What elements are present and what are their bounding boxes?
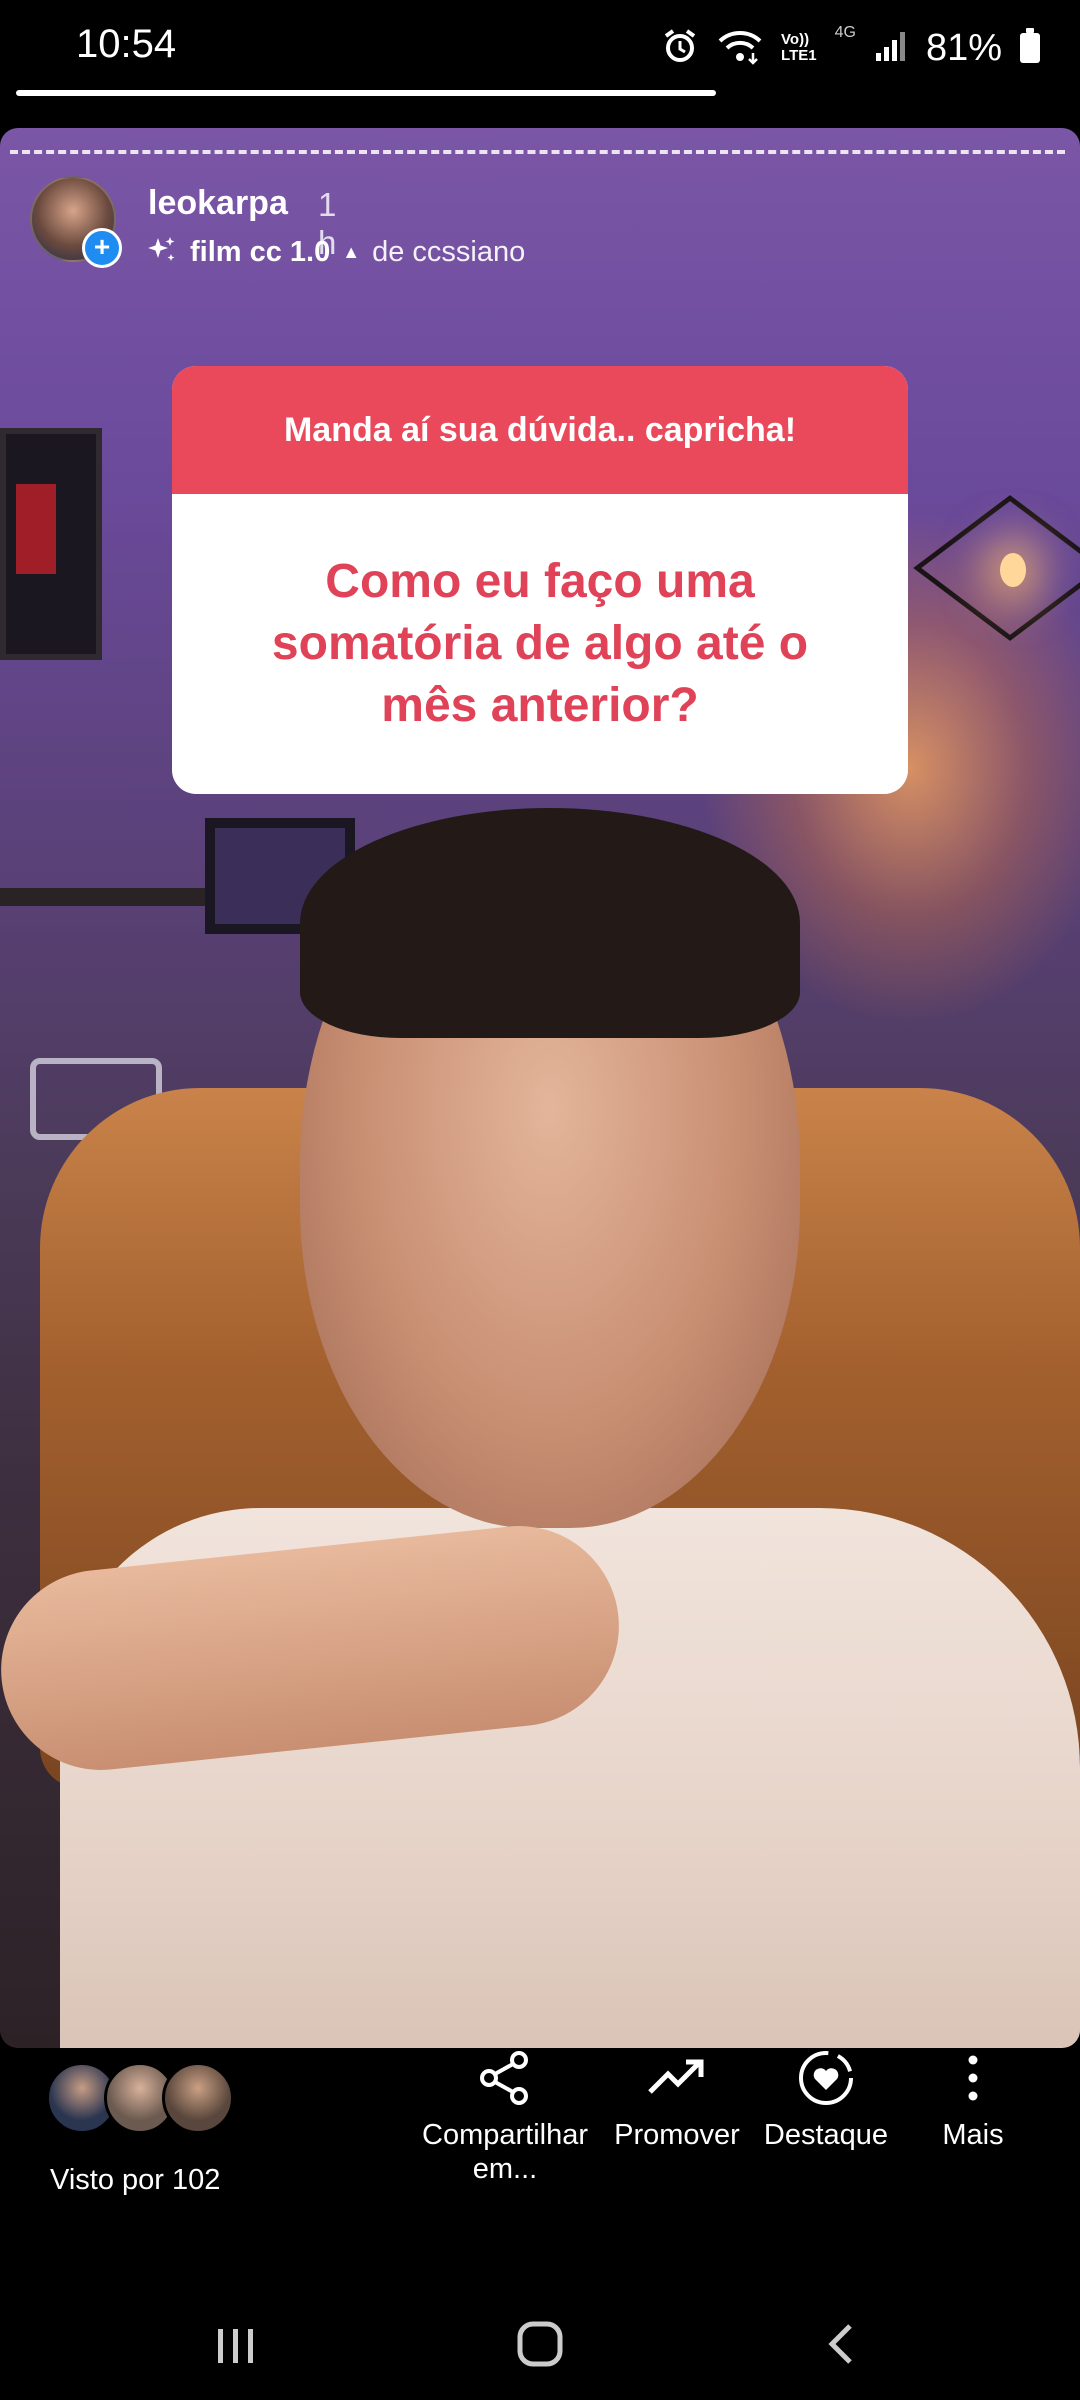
username[interactable]: leokarpa [148,184,288,223]
status-time: 10:54 [76,22,177,66]
status-bar: 10:54 Vo)) LTE1 4G 81% [0,0,1080,100]
story-progress-bar [16,90,716,96]
highlight-button[interactable]: Destaque [760,2050,892,2152]
question-prompt: Manda aí sua dúvida.. capricha! [283,410,797,449]
effect-author[interactable]: de ccssiano [372,236,525,269]
person-hair [300,808,800,1038]
sparkle-icon [146,234,178,271]
background-shelf [0,428,102,660]
seen-by-count[interactable]: Visto por 102 [50,2164,220,2197]
more-label: Mais [942,2119,1004,2151]
heart-circle-icon [799,2051,853,2105]
signal-icon [874,29,908,68]
story-segment-indicator [10,150,1065,154]
caret-up-icon: ▲ [342,242,361,262]
share-icon [480,2051,528,2105]
story-frame[interactable]: + leokarpa 1 h film cc 1.0 ▲ de ccssiano… [0,128,1080,2048]
trending-up-icon [648,2059,704,2094]
home-icon [517,2321,563,2367]
battery-percent: 81% [925,26,1002,69]
viewer-avatars[interactable] [46,2062,236,2134]
share-button[interactable]: Compartilhar em... [410,2050,600,2186]
highlight-label: Destaque [763,2119,889,2151]
promote-button[interactable]: Promover [612,2050,742,2152]
plus-icon[interactable]: + [82,228,122,268]
viewer-avatar [162,2062,234,2134]
background-lamp-bulb [1000,553,1026,587]
more-button[interactable]: Mais [930,2050,1016,2152]
status-icons: Vo)) LTE1 4G 81% [661,18,1040,78]
share-label: Compartilhar em... [422,2119,588,2185]
system-nav-bar [0,2290,1080,2400]
home-button[interactable] [500,2314,580,2374]
question-sticker-body: Como eu faço uma somatória de algo até o… [172,494,908,794]
question-text: Como eu faço uma somatória de algo até o… [271,555,809,732]
effect-attribution[interactable]: film cc 1.0 ▲ de ccssiano [146,234,525,271]
wifi-icon [717,27,763,70]
alarm-icon [661,27,699,70]
volte-icon: Vo)) LTE1 [781,31,817,64]
battery-icon [1020,28,1040,63]
promote-label: Promover [614,2119,740,2151]
question-sticker[interactable]: Manda aí sua dúvida.. capricha! Como eu … [172,366,908,794]
effect-name[interactable]: film cc 1.0 [190,236,330,269]
more-vertical-icon [968,2055,978,2101]
back-icon [828,2324,852,2364]
back-button[interactable] [800,2314,880,2374]
recent-apps-icon [218,2329,253,2363]
recent-apps-button[interactable] [196,2314,276,2374]
network-type: 4G [834,24,856,41]
question-sticker-header: Manda aí sua dúvida.. capricha! [172,366,908,494]
